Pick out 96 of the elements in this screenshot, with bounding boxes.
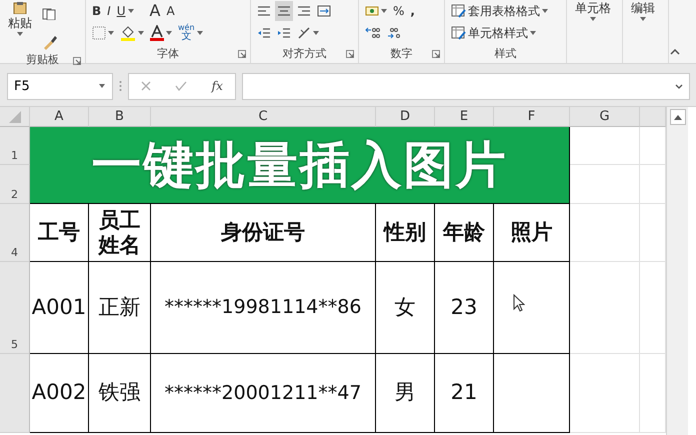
expand-chevron-icon[interactable]	[675, 84, 683, 88]
cells-button[interactable]: 单元格	[571, 0, 615, 45]
table-cell: A002	[30, 354, 89, 433]
caret-icon	[542, 9, 548, 13]
column-heading: 照片	[494, 204, 570, 262]
group-label: 对齐方式	[282, 46, 326, 62]
caret-icon	[166, 31, 172, 35]
caret-icon	[590, 17, 596, 21]
caret-icon	[381, 9, 387, 13]
collapse-ribbon-icon[interactable]	[670, 49, 680, 55]
align-center-button[interactable]	[275, 1, 293, 21]
column-header[interactable]: G	[570, 107, 640, 127]
align-center-icon	[277, 5, 291, 17]
check-icon[interactable]	[175, 81, 188, 91]
empty-cell	[570, 127, 640, 165]
column-heading: 身份证号	[151, 204, 376, 262]
caret-icon	[17, 32, 23, 36]
column-heading: 性别	[376, 204, 435, 262]
cell-styles-button[interactable]: 单元格样式	[449, 23, 538, 43]
table-cell: 21	[435, 354, 494, 433]
column-heading: 工号	[30, 204, 89, 262]
indent-icon	[277, 27, 291, 39]
column-heading: 员工姓名	[89, 204, 151, 262]
phonetic-guide-button[interactable]: wén 文	[176, 23, 205, 43]
column-heading: 年龄	[435, 204, 494, 262]
grow-font-button[interactable]: A	[148, 1, 162, 21]
scroll-up-button[interactable]	[670, 109, 686, 125]
row-header[interactable]: 2	[0, 165, 30, 204]
caret-icon	[530, 31, 536, 35]
column-header[interactable]: F	[494, 107, 570, 127]
group-label: 剪贴板	[26, 52, 59, 68]
table-cell: 正新	[89, 262, 151, 354]
name-box[interactable]: F5	[7, 72, 113, 100]
table-cell: 铁强	[89, 354, 151, 433]
letter-a-icon	[150, 25, 164, 41]
shrink-font-button[interactable]: A	[164, 1, 177, 21]
decimal-arrow-icon	[387, 26, 403, 40]
caret-icon	[99, 84, 105, 88]
underline-button[interactable]: U	[114, 1, 136, 21]
column-header[interactable]: A	[30, 107, 89, 127]
row-header[interactable]: 5	[0, 262, 30, 354]
table-cell: 女	[376, 262, 435, 354]
column-header[interactable]: B	[89, 107, 151, 127]
money-icon	[365, 5, 379, 17]
table-cell: 23	[435, 262, 494, 354]
table-brush-icon	[451, 26, 466, 40]
table-brush-icon	[451, 4, 466, 18]
percent-button[interactable]: %	[391, 1, 406, 21]
paint-bucket-icon	[120, 25, 136, 41]
editing-button[interactable]: 编辑	[627, 0, 659, 45]
align-left-icon	[257, 5, 271, 17]
caret-icon	[313, 31, 319, 35]
decimal-arrow-icon	[365, 26, 381, 40]
dialog-launcher-icon[interactable]	[73, 57, 81, 65]
caret-icon	[138, 31, 144, 35]
group-label: 样式	[494, 46, 516, 62]
column-header[interactable]: E	[435, 107, 494, 127]
dialog-launcher-icon[interactable]	[432, 50, 440, 58]
dialog-launcher-icon[interactable]	[346, 50, 354, 58]
more-options-icon	[119, 80, 122, 92]
empty-cell	[570, 204, 640, 262]
italic-button[interactable]: I	[105, 1, 113, 21]
column-header[interactable]: C	[151, 107, 376, 127]
borders-icon	[92, 26, 106, 40]
font-color-button[interactable]	[148, 23, 174, 43]
title-text: 一键批量插入图片	[92, 140, 508, 190]
table-cell: 男	[376, 354, 435, 433]
empty-cell	[570, 165, 640, 204]
table-cell: ******19981114**86	[151, 262, 376, 354]
dialog-launcher-icon[interactable]	[238, 50, 246, 58]
group-label: 字体	[157, 46, 179, 62]
caret-icon	[108, 31, 114, 35]
table-cell: A001	[30, 262, 89, 354]
paste-button[interactable]: 粘贴	[4, 0, 36, 52]
format-as-table-button[interactable]: 套用表格格式	[449, 1, 550, 21]
wrap-text-icon	[317, 5, 331, 17]
comma-style-button[interactable]: ,	[408, 1, 417, 21]
bold-button[interactable]: B	[90, 1, 104, 21]
group-label: 数字	[390, 46, 412, 62]
caret-icon	[196, 31, 203, 35]
clipboard-icon	[12, 2, 28, 14]
outdent-icon	[257, 27, 271, 39]
row-header[interactable]: 4	[0, 204, 30, 262]
caret-icon	[128, 9, 134, 13]
align-right-icon	[297, 5, 311, 17]
slanted-text-icon	[297, 26, 311, 40]
table-cell: ******20001211**47	[151, 354, 376, 433]
triangle-up-icon	[674, 114, 682, 120]
formula-input[interactable]	[242, 72, 690, 100]
row-header[interactable]: 1	[0, 127, 30, 165]
paintbrush-icon	[42, 34, 58, 50]
insert-function-button[interactable]: fx	[212, 77, 223, 95]
mouse-pointer-icon	[513, 294, 525, 312]
copy-icon	[42, 8, 56, 20]
caret-icon	[640, 17, 646, 21]
column-header[interactable]: D	[376, 107, 435, 127]
